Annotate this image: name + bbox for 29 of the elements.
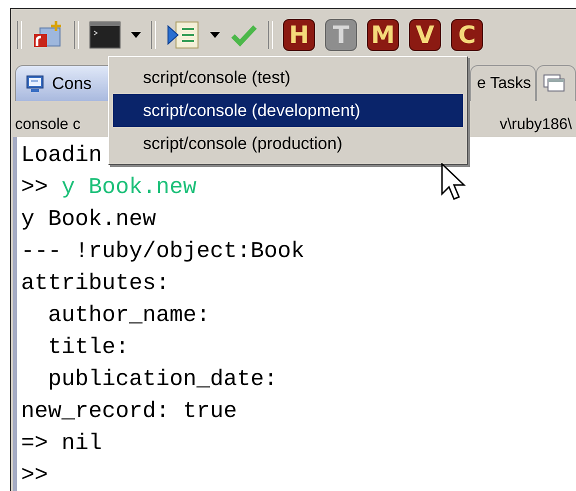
window-icon <box>543 74 565 94</box>
command-line-text: >> y Book.new <box>21 173 197 202</box>
check-icon[interactable] <box>230 23 258 47</box>
menu-item[interactable]: script/console (production) <box>113 127 463 160</box>
caret-icon[interactable] <box>210 32 220 38</box>
letter-button[interactable]: H <box>283 19 315 51</box>
tab[interactable]: e Tasks <box>470 65 536 101</box>
output-text: --- !ruby/object:Book <box>21 237 305 266</box>
run-list-icon[interactable] <box>166 20 200 50</box>
console-path: console c <box>15 116 80 134</box>
letter-button[interactable]: M <box>367 19 399 51</box>
letter-button[interactable]: V <box>409 19 441 51</box>
tab[interactable] <box>536 65 576 101</box>
output-text: y Book.new <box>21 205 156 234</box>
caret-icon[interactable] <box>131 32 141 38</box>
output-text: new_record: true <box>21 397 238 426</box>
monitor-icon <box>26 74 44 92</box>
output-text: publication_date: <box>47 365 278 394</box>
output-text: author_name: <box>47 301 210 330</box>
output-text: => nil <box>21 429 102 458</box>
menu-item[interactable]: script/console (development) <box>113 94 463 127</box>
output-text: title: <box>47 333 130 362</box>
letter-button[interactable]: C <box>451 19 483 51</box>
prompt-text: >> <box>21 461 48 490</box>
terminal-icon[interactable] <box>89 21 121 49</box>
output-text: attributes: <box>21 269 170 298</box>
console-path: v\ruby186\ <box>500 116 572 134</box>
new-project-icon[interactable] <box>32 20 64 50</box>
output-text: Loadin <box>21 141 102 170</box>
